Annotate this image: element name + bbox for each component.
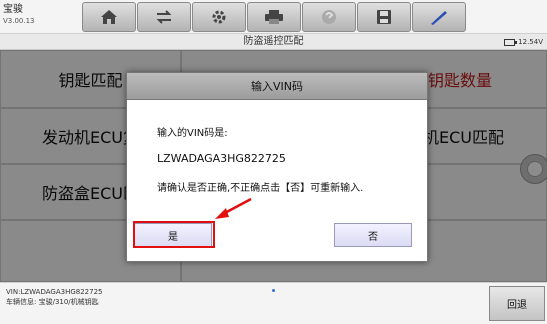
battery-status: 12.54V [504, 36, 543, 48]
highlight-box [133, 221, 215, 248]
footer-bar: VIN:LZWADAGA3HG822725 车辆信息: 宝骏/310/机械钥匙 … [0, 282, 547, 324]
no-button[interactable]: 否 [334, 223, 412, 247]
pen-icon [431, 11, 447, 25]
printer-icon [265, 10, 283, 24]
footer-vin: VIN:LZWADAGA3HG822725 [6, 288, 103, 296]
page-indicator-dot [272, 289, 275, 292]
print-button[interactable] [247, 2, 301, 32]
footer-vehicle-info: 车辆信息: 宝骏/310/机械钥匙 [6, 298, 99, 306]
top-bar: 宝骏 V3.00.13 [0, 0, 547, 34]
edit-button[interactable] [412, 2, 466, 32]
gear-icon [212, 10, 226, 24]
help-button[interactable] [302, 2, 356, 32]
vin-label: 输入的VIN码是: [157, 128, 228, 139]
home-icon [101, 10, 117, 24]
brand-name: 宝骏 [3, 4, 23, 15]
save-button[interactable] [357, 2, 411, 32]
brand-block: 宝骏 V3.00.13 [3, 4, 35, 26]
title-bar: 防盗遥控匹配 12.54V [0, 34, 547, 50]
back-button[interactable]: 回退 [489, 286, 545, 321]
page-title: 防盗遥控匹配 [243, 36, 304, 47]
battery-icon [504, 38, 518, 46]
battery-voltage: 12.54V [518, 38, 543, 46]
confirm-message: 请确认是否正确,不正确点击【否】可重新输入. [157, 183, 364, 194]
dialog-title: 输入VIN码 [127, 73, 427, 100]
help-icon [322, 10, 336, 24]
home-button[interactable] [82, 2, 136, 32]
save-icon [377, 10, 391, 24]
settings-button[interactable] [192, 2, 246, 32]
vin-value: LZWADAGA3HG822725 [157, 152, 286, 165]
swap-button[interactable] [137, 2, 191, 32]
software-version: V3.00.13 [3, 17, 35, 25]
swap-icon [156, 10, 172, 24]
toolbar [82, 2, 467, 32]
